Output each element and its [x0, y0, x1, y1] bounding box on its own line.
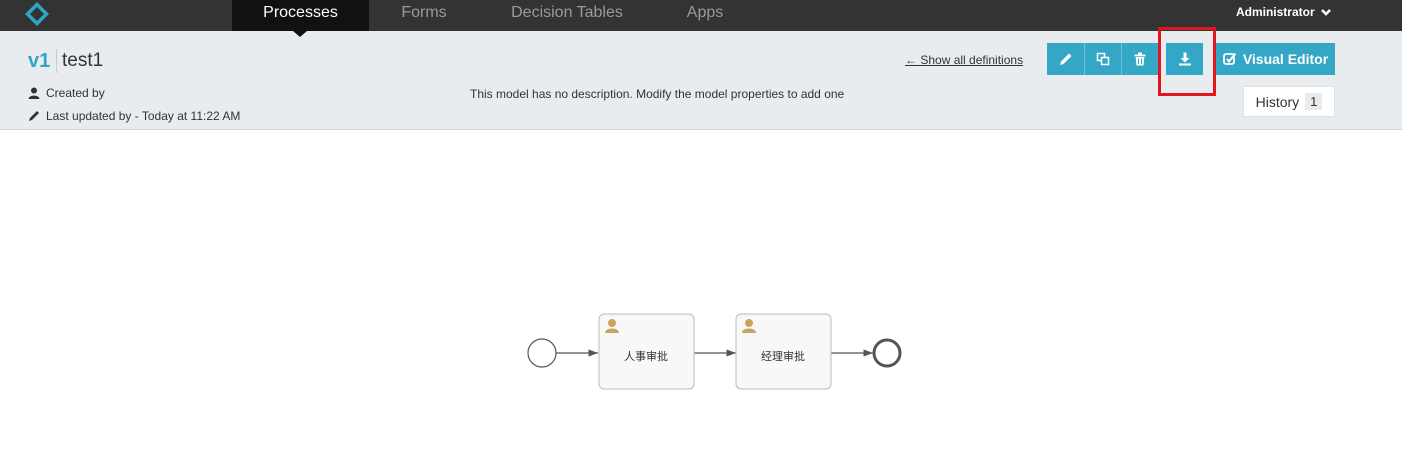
end-event[interactable]	[872, 338, 902, 368]
history-button[interactable]: History 1	[1243, 86, 1335, 117]
user-menu[interactable]: Administrator	[1236, 5, 1332, 19]
model-name: test1	[62, 50, 104, 71]
created-by-text: Created by	[46, 86, 105, 100]
start-event[interactable]	[527, 338, 557, 368]
model-version: v1	[28, 49, 58, 73]
visual-editor-button[interactable]: Visual Editor	[1216, 43, 1335, 75]
pencil-icon	[29, 111, 39, 121]
user-icon	[28, 87, 40, 99]
app-logo-icon[interactable]	[24, 1, 50, 27]
bpmn-canvas	[527, 313, 902, 390]
model-description: This model has no description. Modify th…	[470, 87, 845, 101]
tab-processes[interactable]: Processes	[232, 0, 369, 31]
user-task-1-label: 人事审批	[624, 350, 668, 363]
visual-editor-label: Visual Editor	[1242, 51, 1329, 67]
trash-icon	[1134, 52, 1146, 66]
tab-forms[interactable]: Forms	[380, 0, 468, 31]
arrow-left-icon: ←	[905, 53, 917, 67]
pencil-icon	[1059, 53, 1071, 65]
user-name: Administrator	[1235, 5, 1315, 19]
chevron-down-icon	[1321, 9, 1331, 16]
active-tab-caret	[293, 31, 307, 37]
delete-button[interactable]	[1121, 43, 1158, 75]
user-task-2-label: 经理审批	[761, 350, 805, 363]
edit-square-icon	[1222, 52, 1237, 65]
model-header: v1 test1 Created by Last updated by - To…	[0, 31, 1402, 130]
last-updated-text: Last updated by - Today at 11:22 AM	[46, 109, 241, 123]
last-updated-row: Last updated by - Today at 11:22 AM	[28, 109, 240, 123]
show-all-definitions-link[interactable]: ← Show all definitions	[905, 53, 1023, 67]
created-by-row: Created by	[28, 86, 105, 100]
tab-decision-tables[interactable]: Decision Tables	[497, 0, 637, 31]
edit-button[interactable]	[1047, 43, 1084, 75]
download-icon	[1178, 52, 1191, 66]
download-button[interactable]	[1166, 43, 1203, 75]
history-label: History	[1255, 93, 1300, 110]
top-navbar: Processes Forms Decision Tables Apps Adm…	[0, 0, 1402, 31]
history-count: 1	[1305, 93, 1323, 110]
tab-apps[interactable]: Apps	[670, 0, 740, 31]
process-diagram: 人事审批 经理审批	[0, 131, 1402, 452]
show-all-label: Show all definitions	[920, 53, 1024, 67]
copy-icon	[1096, 52, 1110, 66]
duplicate-button[interactable]	[1084, 43, 1121, 75]
